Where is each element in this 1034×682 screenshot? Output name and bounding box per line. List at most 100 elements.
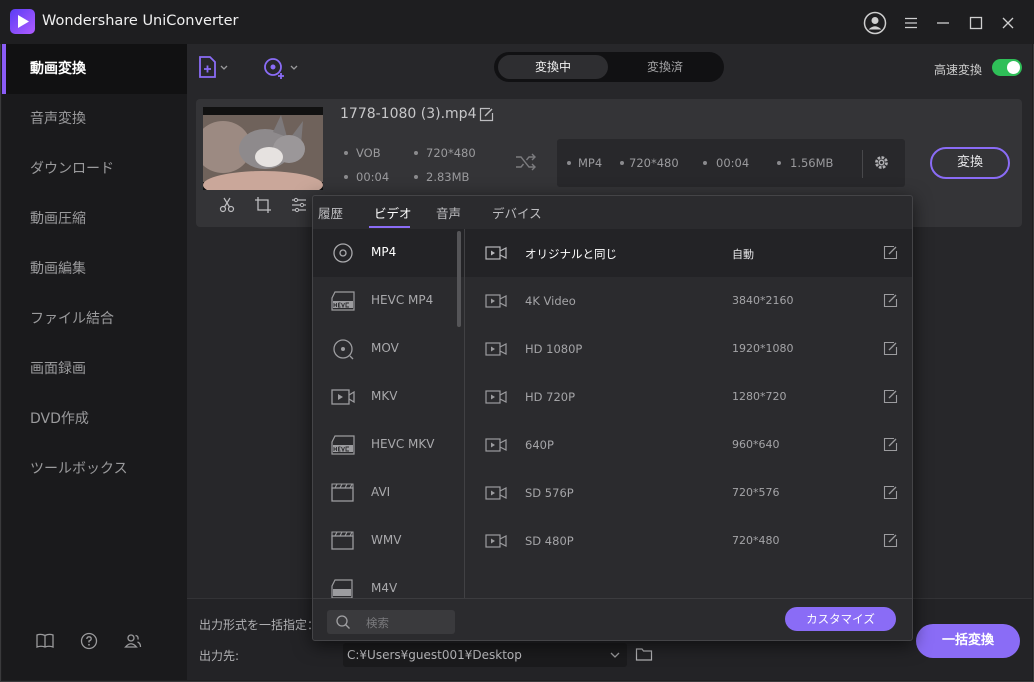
video-icon <box>485 437 507 453</box>
meta-dot <box>777 161 781 165</box>
chevron-down-icon[interactable] <box>609 650 621 660</box>
tab-converted[interactable]: 変換済 <box>610 55 720 79</box>
edit-icon[interactable] <box>883 533 898 548</box>
format-item-mov[interactable]: MOV <box>313 325 464 373</box>
sidebar-item-audio-convert[interactable]: 音声変換 <box>2 94 187 144</box>
source-format: VOB <box>356 146 381 160</box>
edit-icon[interactable] <box>883 485 898 500</box>
maximize-icon[interactable] <box>963 10 989 36</box>
sidebar-item-video-convert[interactable]: 動画変換 <box>2 44 187 94</box>
meta-dot <box>344 175 348 179</box>
tab-device[interactable]: デバイス <box>492 203 542 222</box>
tab-video[interactable]: ビデオ <box>374 203 412 222</box>
resolution-row-480p[interactable]: SD 480P 720*480 <box>465 517 912 565</box>
m4v-icon <box>330 577 356 598</box>
edit-icon[interactable] <box>883 437 898 452</box>
clapper-icon <box>330 529 356 553</box>
resolution-row-720p[interactable]: HD 720P 1280*720 <box>465 373 912 421</box>
folder-icon[interactable] <box>635 646 653 662</box>
sidebar: 動画変換 音声変換 ダウンロード 動画圧縮 動画編集 ファイル結合 画面録画 D… <box>2 44 187 680</box>
file-name: 1778-1080 (3).mp4 <box>340 106 477 122</box>
app-title: Wondershare UniConverter <box>42 13 239 29</box>
book-icon[interactable] <box>34 630 56 652</box>
add-file-button[interactable] <box>196 55 232 81</box>
resolution-row-640p[interactable]: 640P 960*640 <box>465 421 912 469</box>
video-icon <box>485 389 507 405</box>
shuffle-icon <box>515 152 537 172</box>
edit-icon[interactable] <box>883 293 898 308</box>
source-resolution: 720*480 <box>426 146 476 160</box>
hevc-icon <box>330 433 356 457</box>
sidebar-item-edit[interactable]: 動画編集 <box>2 244 187 294</box>
target-resolution: 720*480 <box>629 156 679 170</box>
source-size: 2.83MB <box>426 170 470 184</box>
video-icon <box>485 485 507 501</box>
edit-icon[interactable] <box>883 389 898 404</box>
meta-dot <box>703 161 707 165</box>
meta-dot <box>567 161 571 165</box>
target-format: MP4 <box>578 156 603 170</box>
sidebar-item-compress[interactable]: 動画圧縮 <box>2 194 187 244</box>
output-path-value: C:¥Users¥guest001¥Desktop <box>347 648 522 662</box>
meta-dot <box>620 161 624 165</box>
customize-button[interactable]: カスタマイズ <box>785 607 896 631</box>
tab-history[interactable]: 履歴 <box>318 203 343 222</box>
format-item-hevc-mkv[interactable]: HEVC MKV <box>313 421 464 469</box>
output-format-label: 出力形式を一括指定： <box>199 618 320 632</box>
help-icon[interactable] <box>78 630 100 652</box>
sidebar-item-dvd[interactable]: DVD作成 <box>2 394 187 444</box>
video-thumbnail[interactable] <box>203 107 323 190</box>
convert-button[interactable]: 変換 <box>930 147 1010 179</box>
edit-icon[interactable] <box>883 341 898 356</box>
resolution-list: オリジナルと同じ 自動 4K Video 3840*2160 HD 1080P … <box>465 229 912 598</box>
account-icon[interactable] <box>862 10 888 36</box>
target-duration: 00:04 <box>716 156 750 170</box>
resolution-row-1080p[interactable]: HD 1080P 1920*1080 <box>465 325 912 373</box>
meta-dot <box>414 175 418 179</box>
scissors-icon[interactable] <box>218 196 236 214</box>
users-icon[interactable] <box>122 630 144 652</box>
resolution-row-original[interactable]: オリジナルと同じ 自動 <box>465 229 912 277</box>
format-item-wmv[interactable]: WMV <box>313 517 464 565</box>
gear-icon[interactable] <box>873 154 890 171</box>
output-destination-label: 出力先: <box>199 649 240 663</box>
menu-icon[interactable] <box>898 10 924 36</box>
add-media-button[interactable] <box>262 55 302 81</box>
format-item-mkv[interactable]: MKV <box>313 373 464 421</box>
tab-converting[interactable]: 変換中 <box>498 55 608 79</box>
close-icon[interactable] <box>995 10 1021 36</box>
format-item-m4v[interactable]: M4V <box>313 565 464 598</box>
video-icon <box>485 293 507 309</box>
divider <box>862 150 863 178</box>
disc-add-icon <box>264 58 298 79</box>
format-item-mp4[interactable]: MP4 <box>313 229 464 277</box>
adjust-icon[interactable] <box>290 196 308 214</box>
format-item-hevc-mp4[interactable]: HEVC MP4 <box>313 277 464 325</box>
clapper-icon <box>330 481 356 505</box>
minimize-icon[interactable] <box>930 10 956 36</box>
resolution-row-576p[interactable]: SD 576P 720*576 <box>465 469 912 517</box>
hevc-icon <box>330 289 356 313</box>
sidebar-item-download[interactable]: ダウンロード <box>2 144 187 194</box>
video-icon <box>485 341 507 357</box>
meta-dot <box>414 151 418 155</box>
convert-all-button[interactable]: 一括変換 <box>916 624 1020 658</box>
search-icon <box>335 614 351 630</box>
edit-icon[interactable] <box>883 245 898 260</box>
tab-audio[interactable]: 音声 <box>436 203 461 222</box>
format-list-scrollbar[interactable] <box>457 231 461 327</box>
app-logo <box>10 9 35 34</box>
resolution-row-4k[interactable]: 4K Video 3840*2160 <box>465 277 912 325</box>
sidebar-item-screen-record[interactable]: 画面録画 <box>2 344 187 394</box>
mp4-disc-icon <box>330 241 356 265</box>
add-file-icon <box>199 56 228 78</box>
sidebar-item-toolbox[interactable]: ツールボックス <box>2 444 187 494</box>
format-item-avi[interactable]: AVI <box>313 469 464 517</box>
rename-icon[interactable] <box>479 107 494 122</box>
target-size: 1.56MB <box>790 156 834 170</box>
crop-icon[interactable] <box>254 196 272 214</box>
mkv-video-icon <box>330 385 356 409</box>
active-tab-indicator <box>369 226 410 228</box>
mov-icon <box>330 337 356 361</box>
sidebar-item-merge[interactable]: ファイル結合 <box>2 294 187 344</box>
